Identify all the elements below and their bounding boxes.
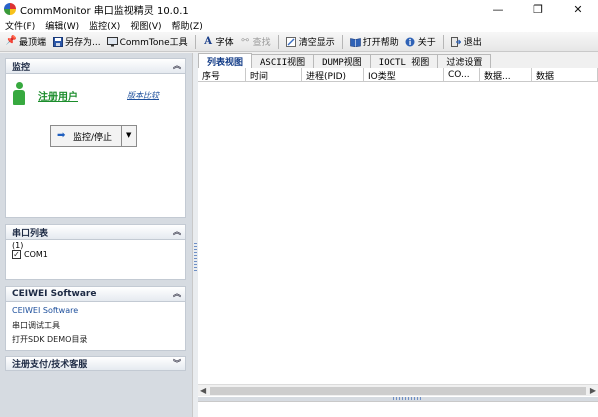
scroll-right-icon[interactable]: ▶ [590, 386, 596, 395]
menu-help[interactable]: 帮助(Z) [167, 19, 208, 32]
font-icon: A [204, 35, 213, 47]
arrow-right-icon: ➡ [57, 130, 66, 141]
port-group-label: (1) [12, 241, 24, 250]
version-compare-link[interactable]: 版本比较 [127, 90, 159, 101]
app-icon [4, 3, 16, 15]
column-header-process[interactable]: 进程(PID) [302, 68, 364, 82]
column-header-index[interactable]: 序号 [198, 68, 246, 82]
dropdown-arrow-icon[interactable]: ▼ [126, 131, 131, 139]
split-divider [121, 126, 122, 146]
monitor-icon [106, 36, 118, 47]
port-list-title: 串口列表 [12, 228, 49, 239]
column-header-code[interactable]: CO... [444, 68, 480, 82]
toolbar-separator [194, 34, 196, 49]
info-icon [405, 36, 416, 47]
toolbar-separator [277, 34, 279, 49]
menu-monitor[interactable]: 监控(X) [84, 19, 125, 32]
ceiwei-section-title: CEIWEI Software [12, 289, 97, 299]
splitter-grip[interactable] [393, 397, 423, 400]
close-button[interactable]: ✕ [558, 0, 598, 18]
register-user-link[interactable]: 注册用户 [38, 88, 78, 103]
collapse-chevron-icon[interactable]: ︽ [173, 288, 181, 299]
menu-file[interactable]: 文件(F) [0, 19, 40, 32]
clear-display-button[interactable]: 清空显示 [283, 33, 338, 51]
save-as-button[interactable]: 另存为... [49, 33, 104, 51]
open-sdk-demo-link[interactable]: 打开SDK DEMO目录 [12, 334, 87, 345]
binoculars-icon: ⚯ [241, 36, 249, 46]
minimize-button[interactable]: — [478, 0, 518, 18]
window-title: CommMonitor 串口监视精灵 10.0.1 [20, 5, 189, 17]
commtone-label: CommTone工具 [119, 38, 188, 48]
port-name: COM1 [24, 250, 48, 259]
detail-pane [198, 401, 598, 417]
menu-view[interactable]: 视图(V) [125, 19, 166, 32]
ceiwei-software-link[interactable]: CEIWEI Software [12, 306, 78, 315]
toolbar-separator [442, 34, 444, 49]
open-help-button[interactable]: 打开帮助 [347, 33, 402, 51]
monitor-section-title: 监控 [12, 62, 31, 73]
exit-label: 退出 [463, 38, 482, 48]
font-button[interactable]: A 字体 [200, 33, 237, 51]
open-help-label: 打开帮助 [362, 38, 399, 48]
monitor-stop-label: 监控/停止 [73, 132, 113, 143]
horizontal-scrollbar[interactable]: ◀ ▶ [198, 384, 598, 396]
support-section-header[interactable]: 注册支付/技术客服 ︾ [5, 356, 186, 371]
book-icon [349, 36, 361, 47]
exit-button[interactable]: 退出 [448, 33, 485, 51]
ceiwei-section-header[interactable]: CEIWEI Software ︽ [5, 286, 186, 301]
collapse-chevron-icon[interactable]: ︽ [173, 226, 181, 237]
menu-bar: 文件(F) 编辑(W) 监控(X) 视图(V) 帮助(Z) [0, 18, 598, 32]
monitor-stop-button[interactable]: ➡ 监控/停止 ▼ [50, 125, 137, 147]
tab-ioctl-view[interactable]: IOCTL 视图 [369, 54, 439, 68]
pin-top-button[interactable]: 📌 最顶端 [3, 33, 49, 51]
title-bar: CommMonitor 串口监视精灵 10.0.1 — ❐ ✕ [0, 0, 598, 18]
port-list-body: (1) [5, 239, 186, 280]
table-header: 序号 时间 进程(PID) IO类型 CO... 数据... 数据 [198, 68, 598, 82]
checkbox-checked-icon[interactable]: ✓ [12, 250, 21, 259]
save-icon [52, 36, 63, 47]
support-section-title: 注册支付/技术客服 [12, 360, 88, 370]
tab-dump-view[interactable]: DUMP视图 [313, 54, 371, 68]
collapse-chevron-icon[interactable]: ︽ [173, 60, 181, 71]
column-header-data-length[interactable]: 数据... [480, 68, 532, 82]
toolbar: 📌 最顶端 另存为... CommTone工具 A 字体 ⚯ 查找 清空显示 打… [0, 32, 598, 52]
menu-edit[interactable]: 编辑(W) [40, 19, 84, 32]
column-header-io-type[interactable]: IO类型 [364, 68, 444, 82]
column-header-time[interactable]: 时间 [246, 68, 302, 82]
scroll-left-icon[interactable]: ◀ [200, 386, 206, 395]
expand-chevron-icon[interactable]: ︾ [173, 358, 181, 369]
exit-icon [451, 36, 462, 47]
splitter-grip[interactable] [194, 243, 197, 273]
maximize-button[interactable]: ❐ [518, 0, 558, 18]
about-button[interactable]: 关于 [402, 33, 439, 51]
clear-display-label: 清空显示 [298, 38, 335, 48]
find-label: 查找 [252, 38, 271, 48]
tab-filter-settings[interactable]: 过滤设置 [437, 54, 492, 68]
save-as-label: 另存为... [65, 38, 101, 48]
clear-icon [286, 36, 297, 47]
scroll-thumb[interactable] [210, 387, 586, 395]
tab-list-view[interactable]: 列表视图 [198, 53, 253, 68]
tab-ascii-view[interactable]: ASCII视图 [251, 54, 315, 68]
user-icon [13, 82, 25, 106]
left-panel: 监控 ︽ 注册用户 版本比较 ➡ 监控/停止 ▼ 串口列表 ︽ (1) ✓ CO… [0, 53, 192, 417]
view-tabs: 列表视图 ASCII视图 DUMP视图 IOCTL 视图 过滤设置 [198, 53, 598, 68]
about-label: 关于 [417, 38, 436, 48]
pin-icon: 📌 [5, 36, 18, 46]
column-header-data[interactable]: 数据 [532, 68, 598, 82]
monitor-section-header[interactable]: 监控 ︽ [5, 58, 186, 73]
port-list-header[interactable]: 串口列表 ︽ [5, 224, 186, 239]
font-label: 字体 [215, 38, 234, 48]
port-item[interactable]: ✓ COM1 [12, 250, 48, 259]
find-button[interactable]: ⚯ 查找 [237, 33, 274, 51]
pin-top-label: 最顶端 [19, 38, 47, 48]
toolbar-separator [341, 34, 343, 49]
serial-debug-tool-link[interactable]: 串口调试工具 [12, 320, 60, 331]
commtone-button[interactable]: CommTone工具 [104, 33, 191, 51]
right-panel: 列表视图 ASCII视图 DUMP视图 IOCTL 视图 过滤设置 序号 时间 … [198, 53, 598, 417]
